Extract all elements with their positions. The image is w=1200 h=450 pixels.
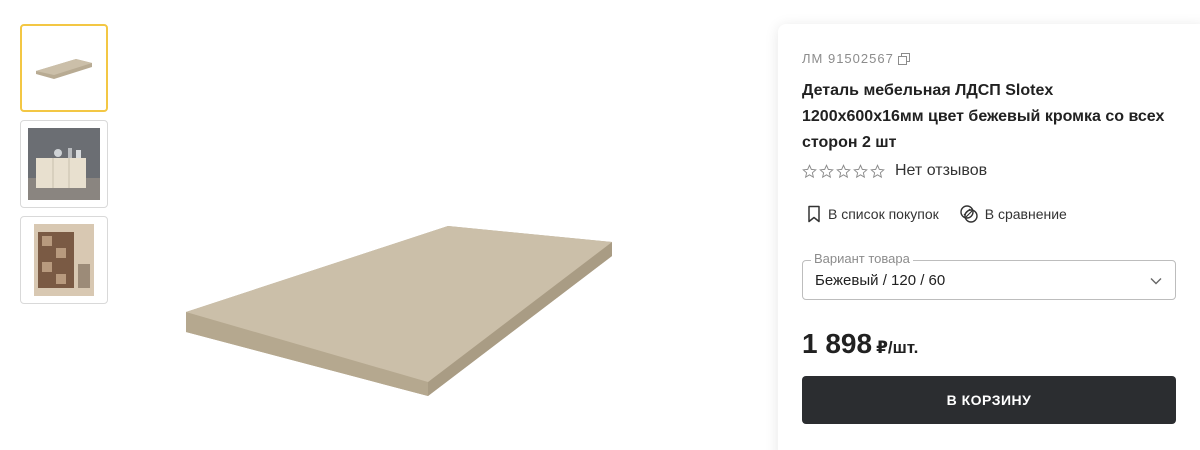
shopping-list-label: В список покупок (828, 206, 939, 222)
compare-icon (960, 205, 978, 223)
shelving-thumbnail-image (34, 224, 94, 296)
rating-stars[interactable] (802, 163, 885, 179)
star-outline-icon (853, 163, 868, 178)
shopping-list-button[interactable]: В список покупок (806, 205, 939, 223)
thumbnail-cabinet[interactable] (20, 120, 108, 208)
rating-row: Нет отзывов (802, 162, 987, 180)
price-row: 1 898 ₽/шт. (802, 328, 918, 360)
board-thumbnail-image (36, 59, 92, 79)
sku-text: ЛМ 91502567 (802, 51, 894, 66)
cabinet-thumbnail-image (28, 128, 100, 200)
compare-label: В сравнение (984, 206, 1067, 222)
price-value: 1 898 (802, 328, 873, 359)
thumbnail-board[interactable] (20, 24, 108, 112)
star-outline-icon (819, 163, 834, 178)
compare-button[interactable]: В сравнение (959, 204, 1067, 224)
thumbnail-list (20, 24, 108, 312)
main-product-image[interactable] (160, 200, 640, 420)
copy-icon[interactable] (897, 52, 910, 65)
star-outline-icon (836, 163, 851, 178)
product-page: ЛМ 91502567 Деталь мебельная ЛДСП Slotex… (0, 0, 1200, 450)
product-card: ЛМ 91502567 Деталь мебельная ЛДСП Slotex… (778, 24, 1200, 450)
star-outline-icon (870, 163, 885, 178)
chevron-down-icon (1150, 278, 1162, 285)
star-outline-icon (802, 163, 817, 178)
price-unit: ₽/шт. (876, 338, 919, 357)
add-to-cart-button[interactable]: В КОРЗИНУ (802, 376, 1176, 424)
reviews-link[interactable]: Нет отзывов (895, 162, 987, 180)
variant-label: Вариант товара (811, 251, 913, 266)
product-title: Деталь мебельная ЛДСП Slotex 1200х600х16… (802, 82, 1165, 151)
sku-row: ЛМ 91502567 (802, 51, 910, 66)
variant-select[interactable]: Вариант товара Бежевый / 120 / 60 (802, 251, 1176, 300)
bookmark-icon (808, 205, 820, 223)
actions-row: В список покупок В сравнение (806, 204, 1067, 224)
thumbnail-shelving[interactable] (20, 216, 108, 304)
variant-value: Бежевый / 120 / 60 (815, 272, 946, 289)
